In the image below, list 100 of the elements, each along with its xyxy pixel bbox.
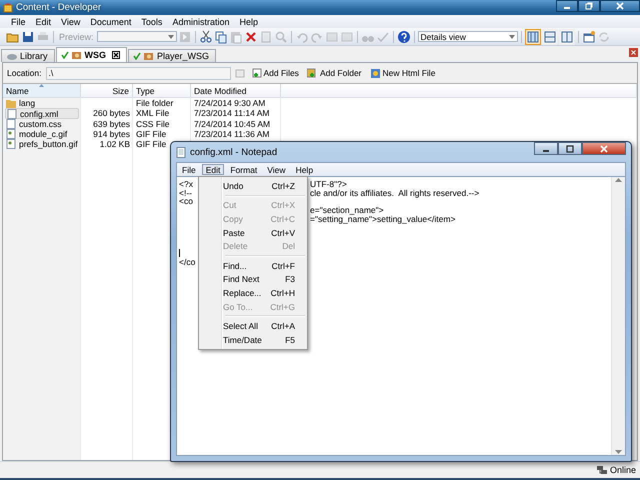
text-line: UTF-8"?>	[310, 180, 347, 189]
column-header[interactable]: Size	[81, 84, 133, 98]
add-file-icon	[250, 68, 262, 78]
column-header[interactable]: Name	[3, 84, 81, 98]
notepad-icon	[176, 146, 186, 158]
close-icon[interactable]	[112, 51, 120, 59]
preview-dropdown[interactable]	[96, 31, 177, 42]
delete-icon[interactable]	[244, 30, 258, 44]
column-header[interactable]: Type	[133, 84, 191, 98]
menu-item[interactable]: File	[178, 164, 200, 175]
table-cell: 7/23/2014 11:36 AM	[194, 129, 270, 139]
caret-icon	[168, 34, 174, 38]
check-icon	[60, 51, 69, 59]
table-cell: 639 bytes	[93, 119, 130, 129]
toolbar-link[interactable]: Add Files	[248, 68, 301, 78]
scroll-down-icon[interactable]	[615, 450, 622, 455]
scrollbar[interactable]	[611, 177, 625, 455]
menu-option[interactable]: Paste Ctrl+V	[201, 226, 305, 240]
location-field[interactable]: .\	[46, 66, 230, 80]
tab[interactable]: WSG	[56, 47, 128, 62]
menu-item[interactable]: Help	[292, 164, 318, 175]
picture-icon	[143, 52, 156, 60]
file-name-cell[interactable]: custom.css	[5, 119, 79, 129]
menu-item[interactable]: Tools	[138, 16, 170, 26]
file-name-cell[interactable]: config.xml	[5, 108, 79, 119]
disk-icon	[6, 52, 18, 60]
file-name-cell[interactable]: prefs_button.gif	[5, 139, 79, 149]
menu-option[interactable]: Replace... Ctrl+H	[201, 286, 305, 300]
text-line: <co	[179, 196, 193, 206]
tab[interactable]: Library	[1, 49, 55, 62]
text-line: <?x	[179, 179, 193, 189]
web-page-icon	[370, 68, 381, 78]
text-line: cle and/or its affiliates. All rights reserved.-->	[310, 188, 480, 198]
close-icon	[600, 144, 608, 152]
status-text: Online	[610, 465, 636, 475]
window-title: Content - Developer	[16, 2, 102, 13]
table-cell: GIF File	[136, 129, 166, 139]
table-cell: XML File	[136, 108, 170, 118]
close-button[interactable]	[582, 142, 626, 155]
menu-item[interactable]: File	[8, 16, 33, 26]
view-dropdown[interactable]: Details view	[418, 31, 518, 42]
notepad-title: config.xml - Notepad	[190, 146, 278, 158]
tab[interactable]: Player_WSG	[128, 49, 216, 62]
image-file-icon	[6, 139, 16, 149]
table-cell: 7/24/2014 10:45 AM	[194, 119, 270, 129]
picture-icon	[70, 50, 83, 60]
menu-item[interactable]: Format	[226, 164, 262, 175]
sort-arrow-icon	[39, 84, 44, 87]
table-cell: 260 bytes	[93, 108, 130, 118]
table-cell: 7/23/2014 11:14 AM	[194, 108, 270, 118]
view-button[interactable]	[542, 28, 558, 44]
preview-label: Preview:	[58, 32, 95, 42]
check-icon	[133, 52, 142, 60]
text-area[interactable]	[176, 176, 626, 456]
menu-item[interactable]: Edit	[32, 16, 58, 26]
file-name-cell[interactable]: module_c.gif	[5, 129, 79, 139]
horizontal-split-icon	[542, 30, 557, 44]
view-button[interactable]	[558, 28, 575, 44]
table-cell: GIF File	[136, 139, 166, 149]
table-cell: 914 bytes	[93, 129, 130, 139]
text-line: </co	[179, 257, 196, 268]
menu-item[interactable]: Edit	[202, 164, 224, 175]
copy-icon[interactable]	[214, 30, 228, 44]
details-view-icon	[526, 30, 540, 44]
restore-button[interactable]	[578, 0, 600, 12]
toolbar-link[interactable]: Add Folder	[304, 68, 364, 78]
add-folder-icon	[306, 68, 318, 78]
menu-option[interactable]: Time/Date F5	[201, 332, 305, 347]
menu-item[interactable]: Help	[236, 16, 265, 26]
file-name-cell[interactable]: lang	[5, 98, 79, 108]
table-cell: CSS File	[136, 119, 170, 129]
view-button[interactable]	[524, 28, 541, 44]
menu-item[interactable]: View	[263, 164, 290, 175]
text-line: <!--	[179, 188, 192, 198]
minimize-button[interactable]	[556, 0, 578, 12]
table-cell: 1.02 KB	[100, 139, 130, 149]
help-icon[interactable]	[396, 30, 411, 44]
menu-item[interactable]: Document	[87, 16, 138, 26]
menu-option[interactable]: Select All Ctrl+A	[201, 319, 305, 333]
text-line: e="section_name">	[310, 206, 384, 215]
close-icon	[616, 2, 624, 10]
scissors-icon[interactable]	[198, 30, 213, 44]
column-header[interactable]: Date Modified	[191, 84, 281, 98]
image-file-icon	[6, 129, 16, 139]
menu-item[interactable]: View	[58, 16, 88, 26]
menu-option[interactable]: Undo Ctrl+Z	[201, 179, 305, 193]
restore-icon	[585, 2, 593, 10]
vertical-split-icon	[560, 30, 574, 44]
menu-option[interactable]: Find Next F3	[201, 272, 305, 286]
window-settings-icon[interactable]	[582, 30, 596, 44]
network-icon	[596, 465, 608, 475]
location-label: Location:	[7, 68, 42, 78]
table-cell: 7/24/2014 9:30 AM	[194, 98, 266, 108]
maximize-button[interactable]	[558, 142, 582, 155]
menu-option[interactable]: Find... Ctrl+F	[201, 258, 305, 273]
menu-item[interactable]: Administration	[169, 16, 236, 26]
close-button[interactable]	[600, 0, 640, 12]
toolbar-link[interactable]: New Html File	[368, 68, 438, 78]
text-caret	[179, 249, 180, 258]
minimize-button[interactable]	[534, 142, 558, 155]
